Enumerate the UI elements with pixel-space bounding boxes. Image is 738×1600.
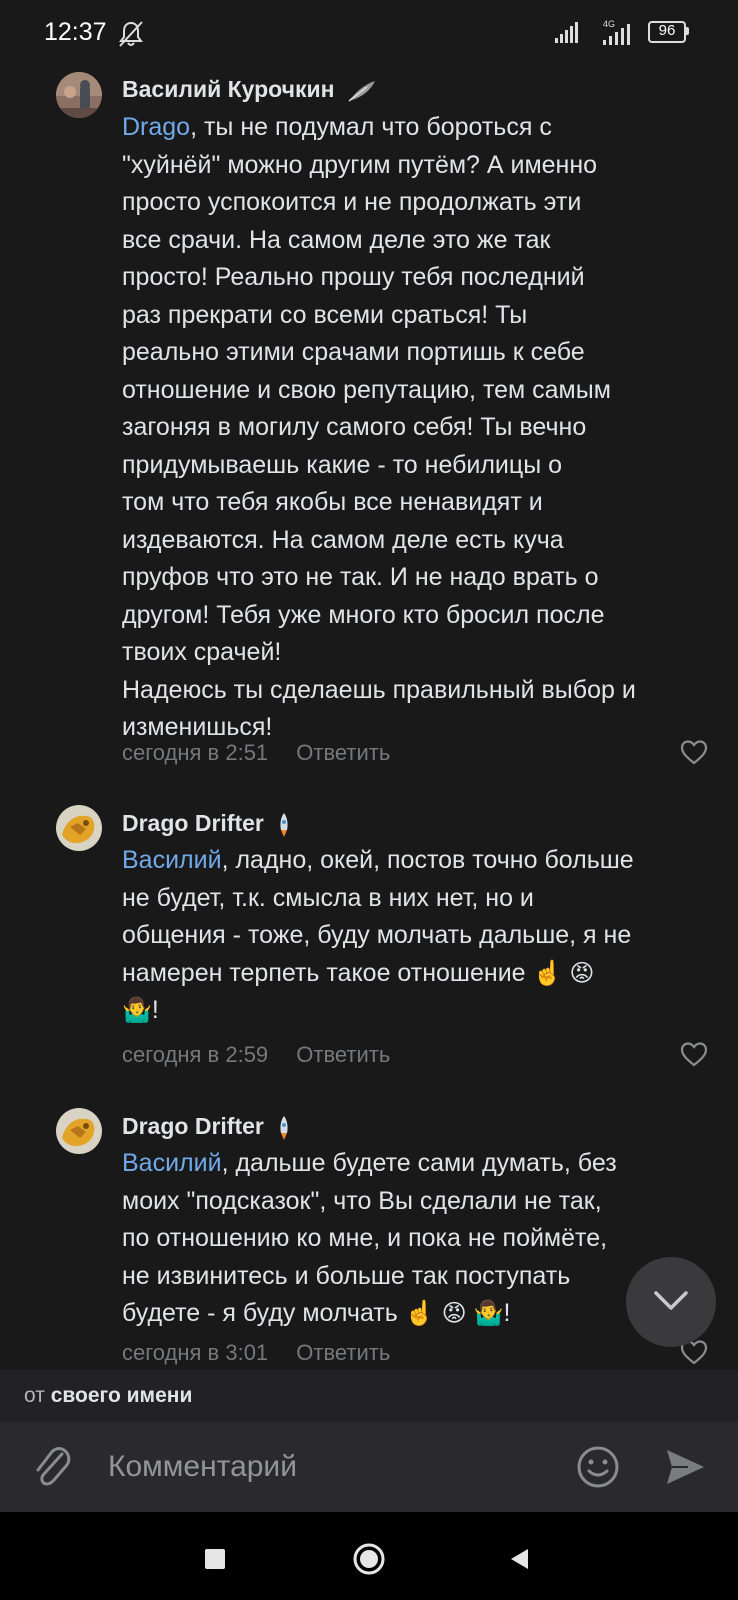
bell-muted-icon (119, 21, 143, 47)
comment-composer: Комментарий (0, 1422, 738, 1512)
comment-text: Василий, дальше будете сами думать, без … (122, 1149, 617, 1327)
battery-level: 96 (658, 22, 676, 39)
mention-link[interactable]: Василий (122, 846, 222, 874)
pointing-up-emoji: ☝️ (404, 1300, 435, 1327)
back-button[interactable] (508, 1547, 530, 1571)
mention-link[interactable]: Василий (122, 1149, 222, 1177)
reply-button[interactable]: Ответить (296, 1042, 390, 1067)
signal-4g-icon: 4G (603, 19, 630, 45)
heart-icon[interactable] (680, 739, 708, 765)
chevron-down-icon (654, 1291, 688, 1310)
comment-meta: сегодня в 2:51 Ответить (122, 740, 390, 766)
comment-author[interactable]: Drago Drifter (122, 1113, 292, 1141)
comment-meta: сегодня в 3:01 Ответить (122, 1340, 390, 1366)
rocket-icon (280, 1115, 288, 1140)
comment-text: Drago, ты не подумал что бороться с "хуй… (122, 113, 636, 741)
shrug-emoji: 🤷‍♂️ (473, 1300, 504, 1327)
rocket-icon (280, 812, 288, 837)
comment-author[interactable]: Drago Drifter (122, 810, 292, 838)
comment-time: сегодня в 3:01 (122, 1340, 269, 1365)
send-icon[interactable] (664, 1446, 706, 1488)
system-navigation-bar (0, 1512, 738, 1600)
shrug-emoji: 🤷‍♂️ (122, 997, 152, 1024)
comment-time: сегодня в 2:59 (122, 1042, 269, 1067)
mention-link[interactable]: Drago (122, 113, 190, 141)
battery-icon: 96 (648, 21, 689, 43)
comment-meta: сегодня в 2:59 Ответить (122, 1042, 390, 1068)
avatar[interactable] (56, 1108, 102, 1154)
home-button[interactable] (352, 1542, 386, 1576)
angry-face-emoji: 😡 (441, 1300, 467, 1327)
recents-button[interactable] (205, 1549, 225, 1569)
feather-icon (348, 80, 375, 102)
signal-icon (555, 22, 578, 43)
comment-author[interactable]: Василий Курочкин (122, 76, 377, 103)
comment-time: сегодня в 2:51 (122, 740, 269, 765)
network-label: 4G (603, 19, 615, 29)
angry-face-emoji: 😡 (569, 959, 595, 987)
status-time: 12:37 (44, 18, 107, 46)
reply-button[interactable]: Ответить (296, 1340, 390, 1365)
scroll-down-button[interactable] (626, 1257, 716, 1347)
comment-author-selector[interactable]: от своего имени (0, 1370, 738, 1422)
avatar[interactable] (56, 805, 102, 851)
comment-input[interactable]: Комментарий (108, 1444, 538, 1490)
comment-text: Василий, ладно, окей, постов точно больш… (122, 846, 634, 1024)
status-bar: 12:37 4G 96 (0, 0, 738, 68)
reply-button[interactable]: Ответить (296, 740, 390, 765)
emoji-smile-icon[interactable] (576, 1445, 620, 1489)
from-name[interactable]: своего имени (51, 1384, 193, 1407)
paperclip-icon[interactable] (32, 1444, 72, 1490)
heart-icon[interactable] (680, 1041, 708, 1067)
from-prefix: от (24, 1384, 45, 1407)
pointing-up-emoji: ☝️ (532, 959, 563, 987)
avatar[interactable] (56, 72, 102, 118)
